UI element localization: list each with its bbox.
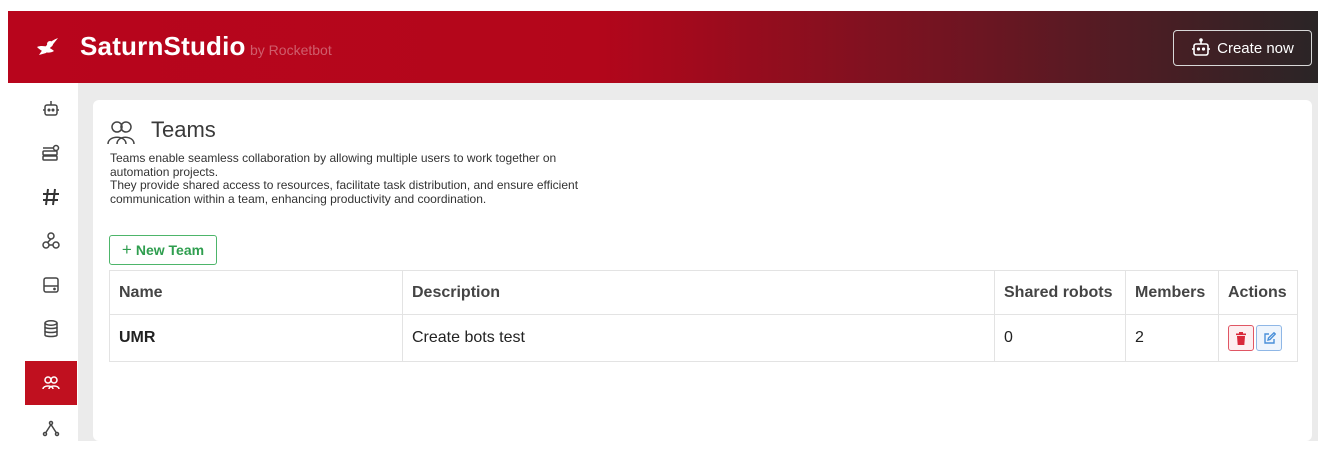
teams-icon bbox=[107, 121, 135, 145]
drive-icon bbox=[43, 277, 59, 293]
column-header-description[interactable]: Description bbox=[402, 270, 995, 315]
sidebar-item-storage[interactable] bbox=[25, 263, 77, 307]
hashtag-icon bbox=[43, 188, 59, 206]
description-line: automation projects. bbox=[110, 164, 219, 179]
column-header-shared-robots[interactable]: Shared robots bbox=[994, 270, 1126, 315]
create-now-label: Create now bbox=[1217, 39, 1294, 57]
brand-byline: by Rocketbot bbox=[250, 42, 332, 58]
sidebar-item-servers[interactable] bbox=[25, 131, 77, 175]
teams-icon bbox=[42, 376, 60, 390]
edit-team-button[interactable] bbox=[1256, 325, 1282, 351]
edit-icon bbox=[1263, 331, 1276, 344]
column-header-members[interactable]: Members bbox=[1125, 270, 1219, 315]
table-header-row: Name Description Shared robots Members A… bbox=[109, 270, 1298, 315]
sidebar bbox=[8, 83, 78, 441]
network-icon bbox=[42, 420, 60, 437]
sidebar-item-network[interactable] bbox=[25, 407, 77, 451]
sidebar-item-webhooks[interactable] bbox=[25, 219, 77, 263]
robot-icon bbox=[43, 101, 59, 116]
column-header-name[interactable]: Name bbox=[109, 270, 403, 315]
sidebar-item-robots[interactable] bbox=[25, 87, 77, 131]
saturn-logo-icon bbox=[37, 38, 58, 55]
app-header: SaturnStudio by Rocketbot Create now bbox=[8, 11, 1318, 83]
trash-icon bbox=[1236, 331, 1246, 345]
top-band bbox=[0, 0, 1318, 11]
teams-table: Name Description Shared robots Members A… bbox=[109, 270, 1298, 362]
robot-icon bbox=[1192, 38, 1211, 56]
plus-icon: + bbox=[121, 240, 132, 259]
description-line: They provide shared access to resources,… bbox=[110, 178, 579, 192]
new-team-button[interactable]: + New Team bbox=[109, 235, 217, 265]
server-icon bbox=[42, 144, 60, 161]
team-members: 2 bbox=[1125, 314, 1219, 362]
sidebar-item-database[interactable] bbox=[25, 307, 77, 351]
column-header-actions: Actions bbox=[1218, 270, 1298, 315]
team-description: Create bots test bbox=[402, 314, 995, 362]
description-line: communication within a team, enhancing p… bbox=[110, 191, 487, 206]
delete-team-button[interactable] bbox=[1228, 325, 1254, 351]
webhook-icon bbox=[42, 232, 60, 249]
page-description: Teams enable seamless collaboration by a… bbox=[110, 151, 710, 206]
create-now-button[interactable]: Create now bbox=[1173, 30, 1312, 66]
page-title: Teams bbox=[151, 117, 216, 142]
team-name[interactable]: UMR bbox=[109, 314, 403, 362]
new-team-label: New Team bbox=[135, 242, 205, 258]
description-line: Teams enable seamless collaboration by a… bbox=[110, 151, 557, 165]
sidebar-item-teams[interactable] bbox=[25, 361, 77, 405]
database-icon bbox=[44, 320, 58, 338]
brand-name: SaturnStudio bbox=[80, 31, 246, 61]
team-actions bbox=[1218, 314, 1298, 362]
table-row: UMR Create bots test 0 2 bbox=[109, 314, 1298, 362]
team-shared-robots: 0 bbox=[994, 314, 1126, 362]
sidebar-item-variables[interactable] bbox=[25, 175, 77, 219]
